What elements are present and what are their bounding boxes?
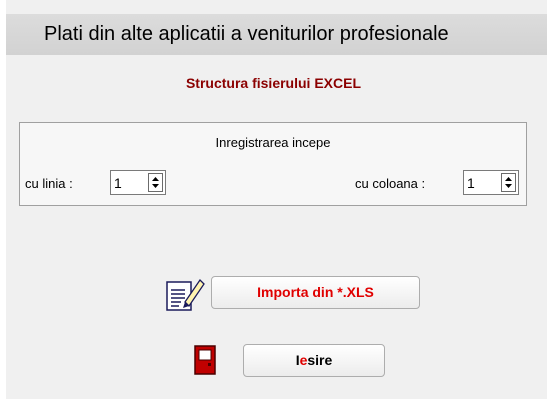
group-label: Inregistrarea incepe bbox=[215, 135, 331, 150]
row-spinner[interactable]: 1 bbox=[110, 170, 166, 195]
exit-door-icon bbox=[194, 345, 216, 375]
spinner-arrows-icon bbox=[152, 177, 159, 188]
import-xls-button[interactable]: Importa din *.XLS bbox=[211, 276, 420, 309]
exit-button[interactable]: Iesire bbox=[243, 344, 385, 377]
notepad-pencil-icon bbox=[166, 278, 205, 311]
col-spinner-buttons[interactable] bbox=[501, 173, 516, 192]
col-label: cu coloana : bbox=[355, 176, 426, 191]
row-spinner-value: 1 bbox=[114, 175, 122, 191]
row-spinner-buttons[interactable] bbox=[148, 173, 163, 192]
window-title: Plati din alte aplicatii a veniturilor p… bbox=[44, 23, 449, 45]
window-left-border bbox=[0, 0, 6, 399]
title-bar: Plati din alte aplicatii a veniturilor p… bbox=[6, 14, 547, 55]
exit-label-rest: sire bbox=[307, 352, 333, 368]
page-subtitle: Structura fisierului EXCEL bbox=[185, 75, 362, 91]
col-spinner[interactable]: 1 bbox=[463, 170, 519, 195]
start-position-group: Inregistrarea incepe cu linia : 1 cu col… bbox=[19, 122, 527, 206]
col-spinner-value: 1 bbox=[467, 175, 475, 191]
spinner-arrows-icon bbox=[505, 177, 512, 188]
row-label: cu linia : bbox=[25, 176, 73, 191]
